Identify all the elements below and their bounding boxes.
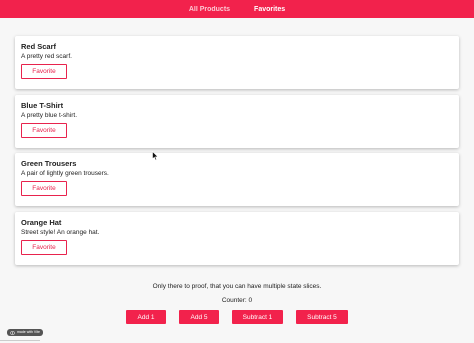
subtract-5-button[interactable]: Subtract 5	[296, 310, 348, 324]
product-title: Green Trousers	[21, 159, 77, 168]
nav-favorites[interactable]: Favorites	[254, 6, 285, 13]
divider	[0, 340, 40, 341]
badge-label: made with Vite	[17, 330, 40, 334]
subtract-1-button[interactable]: Subtract 1	[232, 310, 283, 324]
product-title: Orange Hat	[21, 218, 62, 227]
product-card: Orange Hat Street style! An orange hat. …	[15, 212, 459, 265]
eye-icon	[10, 330, 15, 335]
add-1-button[interactable]: Add 1	[126, 310, 166, 324]
counter-actions: Add 1 Add 5 Subtract 1 Subtract 5	[0, 310, 474, 324]
state-slices-note: Only there to proof, that you can have m…	[152, 283, 322, 290]
product-card: Blue T-Shirt A pretty blue t-shirt. Favo…	[15, 95, 459, 148]
nav-all-products[interactable]: All Products	[189, 6, 230, 13]
favorite-button[interactable]: Favorite	[21, 240, 67, 255]
favorite-button[interactable]: Favorite	[21, 64, 67, 79]
favorite-button[interactable]: Favorite	[21, 181, 67, 196]
counter-display: Counter: 0	[221, 297, 253, 304]
product-description: Street style! An orange hat.	[21, 229, 100, 236]
product-description: A pretty red scarf.	[21, 53, 72, 60]
add-5-button[interactable]: Add 5	[179, 310, 219, 324]
product-description: A pair of lightly green trousers.	[21, 170, 109, 177]
product-card: Green Trousers A pair of lightly green t…	[15, 153, 459, 206]
top-nav-bar: All Products Favorites	[0, 0, 474, 18]
product-title: Red Scarf	[21, 42, 57, 51]
product-card: Red Scarf A pretty red scarf. Favorite	[15, 36, 459, 89]
made-with-badge[interactable]: made with Vite	[7, 329, 43, 336]
product-title: Blue T-Shirt	[21, 101, 64, 110]
mouse-pointer-icon	[152, 151, 159, 161]
product-description: A pretty blue t-shirt.	[21, 112, 77, 119]
favorite-button[interactable]: Favorite	[21, 123, 67, 138]
